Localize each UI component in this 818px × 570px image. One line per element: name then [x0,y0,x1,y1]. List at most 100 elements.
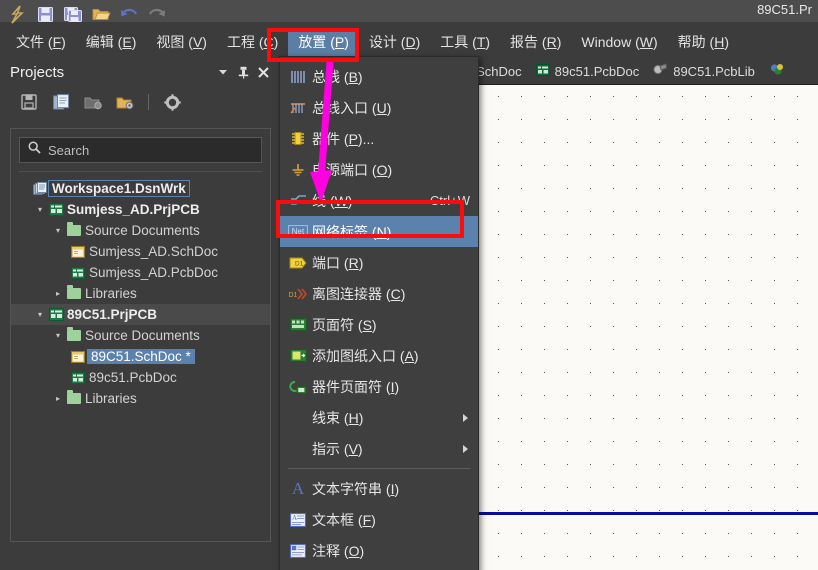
menu-item-label: 总线入口 (U) [312,99,392,116]
menu-item-text: 离图连接器 [312,285,382,302]
menu-item-text: 总线 [312,68,340,85]
save-icon[interactable] [32,2,58,26]
panel-open-project-icon[interactable] [112,90,138,114]
menu-item-key: W [334,192,348,209]
menu-item-key: S [362,316,372,333]
tree-twisty[interactable]: ▾ [33,310,47,319]
tab-schlib[interactable] [764,58,794,84]
menu-item-place-net-label[interactable]: Net 网络标签 (N) [280,216,478,247]
menu-item-key: P [348,130,358,147]
panel-save-icon[interactable] [16,90,42,114]
menu-item-place-directives[interactable]: 指示 (V) [280,433,478,464]
tree-item-source-documents[interactable]: ▾ Source Documents [11,220,270,241]
projects-panel: Projects Search Workspace1.DsnWrk ▾ Sumj… [0,58,280,570]
menu-file[interactable]: 文件 (F) [6,28,76,56]
menu-item-place-sheet-symbol[interactable]: 页面符 (S) [280,309,478,340]
menu-place[interactable]: 放置 (P) [288,28,359,56]
tree-item-sumjess-prjpcb[interactable]: ▾ Sumjess_AD.PrjPCB [11,199,270,220]
open-folder-icon[interactable] [88,2,114,26]
panel-copy-icon[interactable] [48,90,74,114]
menu-item-place-text-frame[interactable]: A 文本框 (F) [280,504,478,535]
project-tree: Workspace1.DsnWrk ▾ Sumjess_AD.PrjPCB ▾ … [11,176,270,409]
menu-project[interactable]: 工程 (C) [217,28,288,56]
menu-item-place-harness[interactable]: 线束 (H) [280,402,478,433]
tree-twisty[interactable]: ▾ [33,205,47,214]
tree-twisty[interactable]: ▸ [51,289,65,298]
menu-reports-label: 报告 [510,34,539,50]
panel-close-icon[interactable] [253,62,273,82]
tree-item-source-documents[interactable]: ▾ Source Documents [11,325,270,346]
menu-item-text: 文本框 [312,511,354,528]
tab-label: 89C51.PcbLib [673,63,755,79]
panel-pin-icon[interactable] [233,62,253,82]
menu-tools-key: T [476,34,486,50]
menu-edit[interactable]: 编辑 (E) [76,28,147,56]
tab-89c51-pcblib[interactable]: 89C51.PcbLib [648,58,760,84]
tab-89c51-pcbdoc[interactable]: 89c51.PcbDoc [531,58,645,84]
menu-item-text: 网络标签 [312,223,368,240]
menu-item-text: 器件页面符 [312,378,382,395]
menu-item-place-port[interactable]: D1 端口 (R) [280,247,478,278]
menu-view[interactable]: 视图 (V) [146,28,217,56]
menu-item-place-device-sheet-symbol[interactable]: 器件页面符 (I) [280,371,478,402]
menu-reports-key: R [546,34,557,50]
tree-item-label: Source Documents [85,223,200,238]
menu-design[interactable]: 设计 (D) [359,28,430,56]
menu-item-place-drawing-tools[interactable]: 绘图工具 (D) [280,566,478,570]
altium-logo-icon[interactable] [4,2,30,26]
tree-item-label: Workspace1.DsnWrk [48,180,190,197]
tree-item-89c51-prjpcb[interactable]: ▾ 89C51.PrjPCB [11,304,270,325]
menu-item-place-bus-entry[interactable]: 总线入口 (U) [280,92,478,123]
schdoc-icon [69,245,87,258]
menu-item-place-sheet-entry[interactable]: 添加图纸入口 (A) [280,340,478,371]
menu-item-label: 器件 (P)... [312,130,375,147]
menu-item-place-text-string[interactable]: A 文本字符串 (I) [280,473,478,504]
menu-item-place-part[interactable]: 器件 (P)... [280,123,478,154]
tree-item-libraries[interactable]: ▸ Libraries [11,388,270,409]
menu-item-place-note[interactable]: 注释 (O) [280,535,478,566]
tree-twisty[interactable]: ▾ [51,226,65,235]
save-all-icon[interactable] [60,2,86,26]
menu-window[interactable]: Window (W) [571,28,667,56]
menu-tools[interactable]: 工具 (T) [430,28,500,56]
panel-project-icon[interactable] [80,90,106,114]
menu-reports[interactable]: 报告 (R) [500,28,571,56]
menu-item-key: U [376,99,387,116]
tree-twisty[interactable]: ▸ [51,394,65,403]
schlib-icon [769,63,784,79]
tree-item-label: 89C51.PrjPCB [67,307,158,322]
tree-twisty[interactable]: ▾ [51,331,65,340]
menu-item-place-wire[interactable]: 线 (W) Ctrl+W [280,185,478,216]
tree-item-89c51-schdoc[interactable]: 89C51.SchDoc * [11,346,270,367]
pcbdoc-icon [69,371,87,384]
menu-item-shortcut: Ctrl+W [429,193,470,208]
tree-item-89c51-pcbdoc[interactable]: 89c51.PcbDoc [11,367,270,388]
tree-item-libraries[interactable]: ▸ Libraries [11,283,270,304]
off-sheet-connector-icon: D1 [284,288,312,300]
tree-item-sumjess-schdoc[interactable]: Sumjess_AD.SchDoc [11,241,270,262]
menu-help[interactable]: 帮助 (H) [668,28,739,56]
menu-item-place-power-port[interactable]: 电源端口 (O) [280,154,478,185]
menu-item-place-bus[interactable]: 总线 (B) [280,61,478,92]
pcbdoc-icon [535,63,550,79]
redo-icon[interactable] [144,2,170,26]
tree-item-sumjess-pcbdoc[interactable]: Sumjess_AD.PcbDoc [11,262,270,283]
undo-icon[interactable] [116,2,142,26]
note-icon [284,543,312,558]
menu-item-place-off-sheet-connector[interactable]: D1 离图连接器 (C) [280,278,478,309]
menu-item-label: 注释 (O) [312,542,365,559]
search-input[interactable]: Search [19,137,262,163]
menu-project-key: C [263,34,274,50]
text-string-icon: A [291,478,305,498]
menu-item-text: 文本字符串 [312,480,382,497]
menu-help-label: 帮助 [677,34,706,50]
panel-settings-icon[interactable] [159,90,185,114]
menu-item-key: N [376,223,387,240]
panel-dropdown-icon[interactable] [213,62,233,82]
menu-tools-label: 工具 [440,34,469,50]
bus-entry-icon [284,101,312,115]
port-icon: D1 [284,257,312,269]
tree-item-workspace[interactable]: Workspace1.DsnWrk [11,178,270,199]
menu-window-label: Window [581,34,632,50]
menu-item-key: B [348,68,358,85]
